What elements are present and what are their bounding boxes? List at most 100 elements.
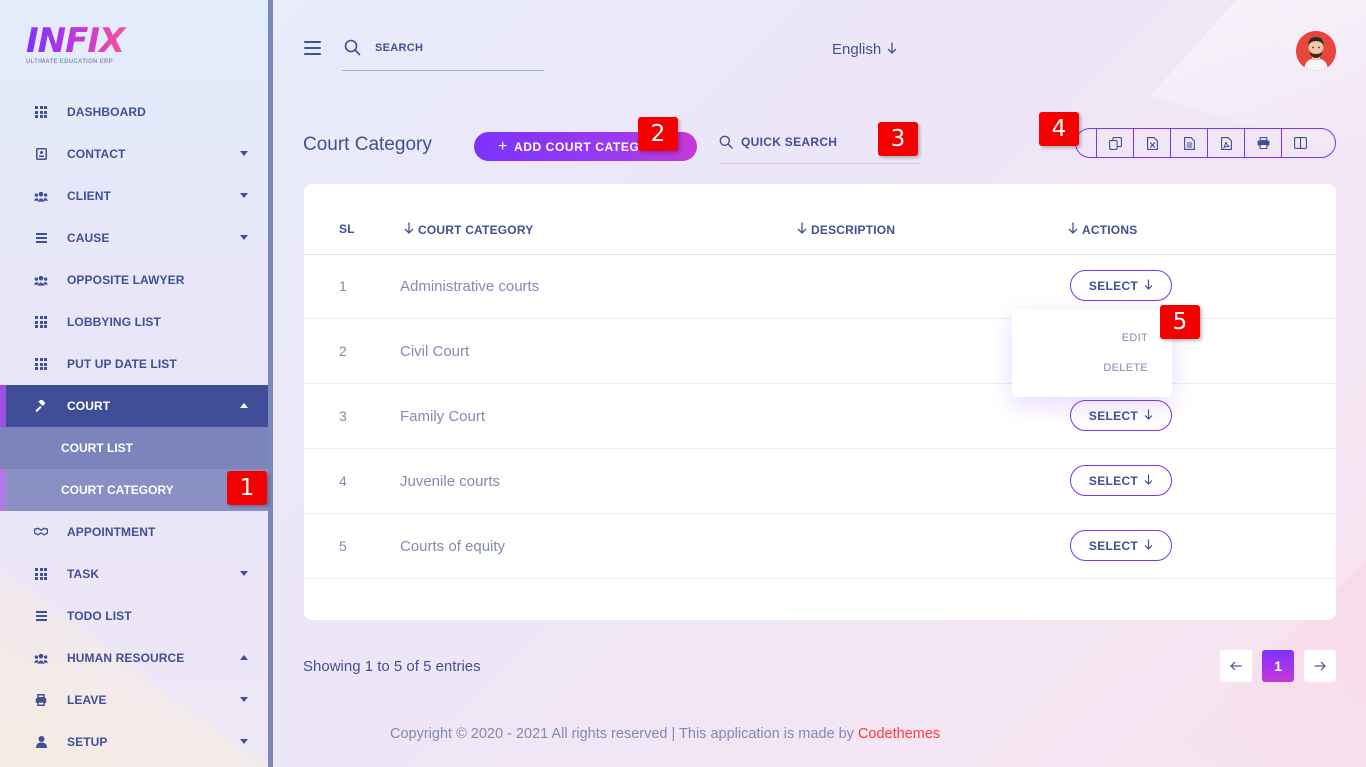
sidebar-item-opposite-lawyer[interactable]: OPPOSITE LAWYER: [0, 259, 268, 301]
copyright-footer: Copyright © 2020 - 2021 All rights reser…: [390, 726, 940, 742]
sidebar-item-label: DASHBOARD: [67, 105, 146, 119]
sidebar-item-label: OPPOSITE LAWYER: [67, 273, 185, 287]
grid-icon: [34, 567, 48, 581]
row-court-category: Administrative courts: [400, 278, 540, 295]
row-sl: 5: [339, 538, 347, 554]
brand-link[interactable]: Codethemes: [858, 726, 940, 742]
menu-toggle-icon[interactable]: [304, 41, 321, 55]
columns-button[interactable]: [1281, 129, 1318, 157]
pagination-summary: Showing 1 to 5 of 5 entries: [303, 658, 481, 675]
row-sl: 2: [339, 343, 347, 359]
sidebar-item-dashboard[interactable]: DASHBOARD: [0, 91, 268, 133]
row-court-category: Juvenile courts: [400, 473, 501, 490]
select-action-button[interactable]: SELECT: [1070, 465, 1172, 496]
sidebar-item-setup[interactable]: SETUP: [0, 721, 268, 763]
select-action-button[interactable]: SELECT: [1070, 270, 1172, 301]
search-icon: [344, 39, 361, 61]
row-sl: 4: [339, 473, 347, 489]
sidebar-item-contact[interactable]: CONTACT: [0, 133, 268, 175]
search-input[interactable]: [375, 40, 535, 56]
chevron-up-icon: [240, 403, 248, 408]
sidebar-item-label: HUMAN RESOURCE: [67, 651, 185, 665]
sidebar-item-todo-list[interactable]: TODO LIST: [0, 595, 268, 637]
select-action-button[interactable]: SELECT: [1070, 400, 1172, 431]
edit-menu-item[interactable]: EDIT: [1012, 330, 1172, 360]
copy-button[interactable]: [1096, 129, 1133, 157]
row-court-category: Courts of equity: [400, 538, 506, 555]
csv-export-button[interactable]: [1170, 129, 1207, 157]
pdf-export-button[interactable]: [1207, 129, 1244, 157]
printer-icon: [34, 693, 48, 707]
avatar[interactable]: [1296, 31, 1336, 71]
table-row: 4 Juvenile courts SELECT: [304, 449, 1336, 514]
table-row: 5 Courts of equity SELECT: [304, 514, 1336, 579]
chevron-down-icon: [240, 697, 248, 702]
list-icon: [34, 231, 48, 245]
arrow-down-icon: [887, 41, 897, 58]
select-label: SELECT: [1088, 408, 1139, 423]
row-court-category: Family Court: [400, 408, 486, 425]
sidebar-item-label: APPOINTMENT: [67, 525, 156, 539]
sidebar-item-label: SETUP: [67, 735, 108, 749]
column-header-actions[interactable]: ACTIONS: [1068, 222, 1137, 237]
sidebar-item-cause[interactable]: CAUSE: [0, 217, 268, 259]
list-icon: [34, 609, 48, 623]
column-header-label: SL: [339, 222, 355, 236]
excel-export-button[interactable]: [1133, 129, 1170, 157]
arrow-right-icon: [1314, 661, 1326, 671]
language-select[interactable]: English: [832, 41, 897, 58]
column-header-description[interactable]: DESCRIPTION: [797, 222, 895, 237]
sidebar-item-label: TODO LIST: [67, 609, 132, 623]
sidebar-scrollbar[interactable]: [268, 0, 273, 767]
annotation-marker-5: 5: [1160, 305, 1200, 339]
sidebar-item-label: LOBBYING LIST: [67, 315, 161, 329]
sort-arrow-icon: [404, 222, 414, 237]
search-icon: [719, 135, 733, 154]
chevron-up-icon: [240, 655, 248, 660]
page-button-current[interactable]: 1: [1262, 650, 1294, 682]
column-header-court-category[interactable]: COURT CATEGORY: [404, 222, 533, 237]
sidebar-item-human-resource[interactable]: HUMAN RESOURCE: [0, 637, 268, 679]
copyright-text: Copyright © 2020 - 2021 All rights reser…: [390, 726, 858, 742]
avatar-image: [1296, 31, 1336, 71]
sort-arrow-icon: [797, 222, 807, 237]
logo-text: INFIX: [26, 24, 136, 58]
sidebar-item-leave[interactable]: LEAVE: [0, 679, 268, 721]
arrow-down-icon: [1144, 409, 1153, 423]
grid-icon: [34, 315, 48, 329]
select-label: SELECT: [1088, 538, 1139, 553]
select-action-button[interactable]: SELECT: [1070, 530, 1172, 561]
sidebar-item-label: TASK: [67, 567, 100, 581]
row-sl: 3: [339, 408, 347, 424]
column-header-sl[interactable]: SL: [339, 222, 355, 236]
sidebar-item-appointment[interactable]: APPOINTMENT: [0, 511, 268, 553]
select-label: SELECT: [1088, 278, 1139, 293]
sidebar-item-label: CONTACT: [67, 147, 126, 161]
sidebar-item-label: LEAVE: [67, 693, 107, 707]
action-dropdown-menu: EDIT DELETE: [1012, 309, 1172, 397]
column-header-label: ACTIONS: [1082, 222, 1138, 237]
excel-icon: [1146, 136, 1158, 150]
sidebar-item-court[interactable]: COURT: [0, 385, 268, 427]
previous-page-button[interactable]: [1220, 650, 1252, 682]
arrow-down-icon: [1144, 474, 1153, 488]
next-page-button[interactable]: [1304, 650, 1336, 682]
sidebar-subitem-court-list[interactable]: COURT LIST: [0, 427, 268, 469]
delete-menu-item[interactable]: DELETE: [1012, 360, 1172, 390]
sidebar-item-put-up-date-list[interactable]: PUT UP DATE LIST: [0, 343, 268, 385]
print-button[interactable]: [1244, 129, 1281, 157]
pdf-icon: [1220, 136, 1232, 150]
row-sl: 1: [339, 278, 347, 294]
chevron-down-icon: [240, 739, 248, 744]
sidebar-subitem-label: COURT CATEGORY: [61, 483, 174, 497]
sidebar-item-label: COURT: [67, 399, 111, 413]
sidebar-item-task[interactable]: TASK: [0, 553, 268, 595]
logo[interactable]: INFIX ULTIMATE EDUCATION ERP: [26, 24, 136, 70]
copy-icon: [1108, 136, 1122, 150]
sidebar-item-client[interactable]: CLIENT: [0, 175, 268, 217]
court-category-table: SL COURT CATEGORY DESCRIPTION ACTIONS 1 …: [304, 184, 1336, 620]
arrow-down-icon: [1144, 539, 1153, 553]
sidebar-item-lobbying-list[interactable]: LOBBYING LIST: [0, 301, 268, 343]
grid-icon: [34, 357, 48, 371]
users-icon: [34, 273, 48, 287]
